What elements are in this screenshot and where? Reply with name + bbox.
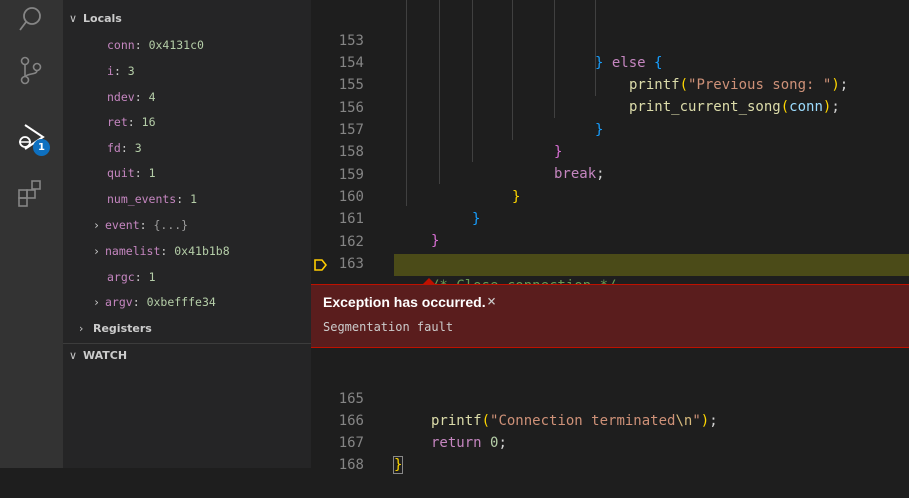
- chevron-down-icon: ∨: [69, 12, 78, 25]
- divider: [63, 343, 311, 344]
- code-line: 162: [338, 234, 364, 250]
- variable-item[interactable]: num_events: 1: [107, 192, 197, 206]
- variable-item[interactable]: fd: 3: [107, 141, 142, 155]
- code-line: 167 }: [338, 435, 404, 474]
- search-icon[interactable]: [16, 4, 46, 34]
- variable-item[interactable]: quit: 1: [107, 166, 156, 180]
- chevron-right-icon: ›: [79, 322, 84, 335]
- registers-header[interactable]: › Registers: [79, 322, 152, 335]
- code-line: 157 }: [338, 122, 563, 160]
- code-line: 154 printf("Previous song: ");: [338, 55, 849, 93]
- current-line: 164 mpd_connection_free(conn);: [311, 254, 909, 339]
- variable-item[interactable]: conn: 0x4131c0: [107, 38, 204, 52]
- watch-header[interactable]: ∨ WATCH: [69, 349, 127, 362]
- variable-item[interactable]: i: 3: [107, 64, 135, 78]
- activity-bar: 1: [0, 0, 63, 468]
- code-line: 165 printf("Connection terminated\n");: [338, 391, 718, 429]
- stopped-arrow-icon: [314, 259, 327, 271]
- variable-item[interactable]: ndev: 4: [107, 90, 156, 104]
- code-line: 159 }: [338, 167, 521, 205]
- chevron-down-icon: ∨: [69, 349, 78, 362]
- extensions-icon[interactable]: [16, 178, 46, 208]
- variable-item-expandable[interactable]: › argv: 0xbefffe34: [93, 295, 216, 309]
- code-line: 158 break;: [338, 144, 605, 182]
- code-editor[interactable]: 153 } else { 154 printf("Previous song: …: [311, 0, 909, 474]
- variable-item-expandable[interactable]: › namelist: 0x41b1b8: [93, 244, 230, 258]
- source-control-icon[interactable]: [16, 55, 46, 85]
- variable-item-expandable[interactable]: › event: {...}: [93, 218, 188, 232]
- code-line: 153 } else {: [338, 33, 663, 71]
- chevron-right-icon: ›: [93, 218, 100, 232]
- debug-sidebar: ∨ Locals conn: 0x4131c0 i: 3 ndev: 4 ret:…: [63, 0, 311, 468]
- chevron-right-icon: ›: [93, 295, 100, 309]
- variable-item[interactable]: argc: 1: [107, 270, 156, 284]
- variable-item[interactable]: ret: 16: [107, 115, 156, 129]
- exception-widget: Exception has occurred. × Segmentation f…: [311, 284, 909, 348]
- code-line: 155 print_current_song(conn);: [338, 77, 840, 115]
- exception-message: Segmentation fault: [323, 320, 454, 334]
- code-line: 168: [338, 457, 364, 473]
- locals-header[interactable]: ∨ Locals: [69, 12, 122, 25]
- code-line: 166 return 0;: [338, 413, 507, 451]
- code-line: 156 }: [338, 100, 604, 138]
- debug-badge: 1: [33, 139, 50, 156]
- code-line: 160 }: [338, 189, 481, 227]
- close-icon[interactable]: ×: [487, 292, 496, 310]
- chevron-right-icon: ›: [93, 244, 100, 258]
- code-line: 163 /* Close connection */: [338, 256, 617, 294]
- exception-title: Exception has occurred.: [323, 294, 486, 310]
- code-line: 161 }: [338, 211, 440, 249]
